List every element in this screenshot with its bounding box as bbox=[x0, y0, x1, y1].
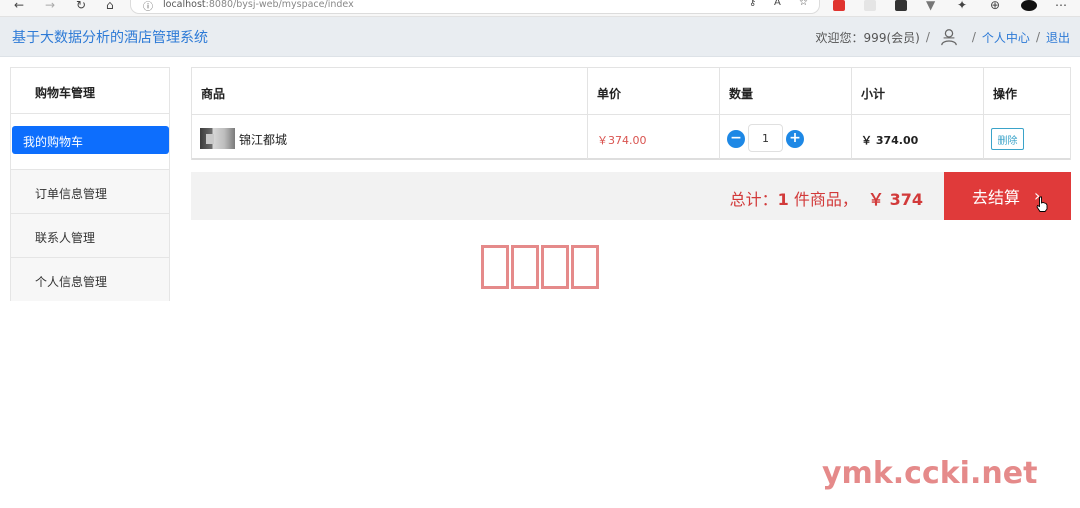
extension-icon[interactable] bbox=[895, 0, 907, 11]
sidebar-item-my-cart[interactable]: 我的购物车 bbox=[12, 126, 169, 154]
column-header-subtotal: 小计 bbox=[861, 87, 886, 101]
extension-icon[interactable] bbox=[864, 0, 876, 11]
product-name[interactable]: 锦江都城 bbox=[239, 131, 287, 148]
header-user-area: 欢迎您：999(会员) / / 个人中心 / 退出 bbox=[816, 28, 1070, 46]
reload-icon[interactable]: ↻ bbox=[76, 0, 86, 13]
logout-link[interactable]: 退出 bbox=[1046, 29, 1070, 46]
separator: / bbox=[1035, 30, 1040, 44]
increase-quantity-button[interactable]: + bbox=[786, 130, 804, 148]
app-title: 基于大数据分析的酒店管理系统 bbox=[12, 30, 208, 46]
more-icon[interactable]: ⋯ bbox=[1055, 0, 1067, 13]
missing-glyph-box bbox=[571, 245, 599, 289]
collections-icon[interactable]: ⊕ bbox=[990, 0, 1000, 13]
browser-toolbar: ← → ↻ ⌂ ⓘ localhost:8080/bysj-web/myspac… bbox=[0, 0, 1080, 17]
puzzle-icon[interactable]: ✦ bbox=[957, 0, 967, 13]
separator: / bbox=[925, 30, 930, 44]
checkout-button[interactable]: 去结算 › bbox=[944, 172, 1071, 220]
watermark: ymk.ccki.net bbox=[822, 456, 1038, 491]
item-count: 1 bbox=[777, 190, 789, 209]
sidebar-item-profile[interactable]: 个人信息管理 bbox=[11, 257, 169, 301]
extension-icon[interactable] bbox=[833, 0, 845, 11]
sidebar-item-orders[interactable]: 订单信息管理 bbox=[11, 169, 169, 213]
column-header-action: 操作 bbox=[993, 87, 1018, 101]
delete-button[interactable]: 删除 bbox=[991, 128, 1024, 150]
quantity-input[interactable] bbox=[748, 124, 783, 152]
cart-table: 商品 单价 数量 小计 操作 锦江都城 ￥374.00 − + ￥ 374.00… bbox=[191, 67, 1071, 160]
read-aloud-icon[interactable]: A bbox=[774, 0, 781, 10]
row-divider bbox=[192, 114, 1070, 115]
user-icon bbox=[941, 29, 957, 46]
welcome-text: 欢迎您：999(会员) bbox=[815, 30, 920, 45]
sidebar-item-contacts[interactable]: 联系人管理 bbox=[11, 213, 169, 257]
column-header-price: 单价 bbox=[597, 87, 622, 101]
checkout-button-label: 去结算 bbox=[972, 188, 1021, 207]
column-header-product: 商品 bbox=[201, 87, 226, 101]
profile-avatar[interactable] bbox=[1021, 0, 1037, 11]
favorite-icon[interactable]: ☆ bbox=[799, 0, 808, 10]
column-divider bbox=[983, 68, 984, 159]
hand-cursor-icon bbox=[1036, 196, 1048, 212]
sidebar: 购物车管理 我的购物车 订单信息管理 联系人管理 个人信息管理 bbox=[10, 67, 170, 301]
missing-glyph-box bbox=[511, 245, 539, 289]
missing-glyph-placeholder bbox=[481, 245, 599, 289]
back-arrow-icon[interactable]: ← bbox=[14, 0, 24, 13]
key-icon[interactable]: ⚷ bbox=[749, 0, 756, 10]
unit-price: ￥374.00 bbox=[597, 134, 647, 147]
checkout-bar: 总计：1 件商品， ￥ 374 去结算 › bbox=[191, 172, 1071, 220]
cart-total: 总计：1 件商品， ￥ 374 bbox=[730, 186, 923, 210]
shield-icon[interactable]: ▼ bbox=[926, 0, 935, 13]
info-icon: ⓘ bbox=[143, 2, 153, 13]
app-header: 基于大数据分析的酒店管理系统 欢迎您：999(会员) / / 个人中心 / 退出 bbox=[0, 17, 1080, 57]
missing-glyph-box bbox=[541, 245, 569, 289]
total-amount: ￥ 374 bbox=[868, 190, 923, 209]
row-divider bbox=[192, 158, 1070, 160]
column-divider bbox=[851, 68, 852, 159]
address-text[interactable]: localhost:8080/bysj-web/myspace/index bbox=[163, 0, 354, 10]
address-bar[interactable]: ⓘ localhost:8080/bysj-web/myspace/index … bbox=[130, 0, 820, 14]
subtotal-value: ￥ 374.00 bbox=[861, 134, 919, 147]
personal-center-link[interactable]: 个人中心 bbox=[982, 29, 1030, 46]
column-divider bbox=[719, 68, 720, 159]
product-thumbnail bbox=[200, 128, 235, 149]
column-header-quantity: 数量 bbox=[729, 87, 754, 101]
item-count-suffix: 件商品， bbox=[788, 190, 858, 209]
forward-arrow-icon[interactable]: → bbox=[45, 0, 55, 13]
total-label: 总计： bbox=[729, 190, 778, 209]
missing-glyph-box bbox=[481, 245, 509, 289]
separator: / bbox=[971, 30, 976, 44]
column-divider bbox=[587, 68, 588, 159]
sidebar-heading: 购物车管理 bbox=[11, 68, 169, 114]
home-icon[interactable]: ⌂ bbox=[106, 0, 114, 13]
decrease-quantity-button[interactable]: − bbox=[727, 130, 745, 148]
